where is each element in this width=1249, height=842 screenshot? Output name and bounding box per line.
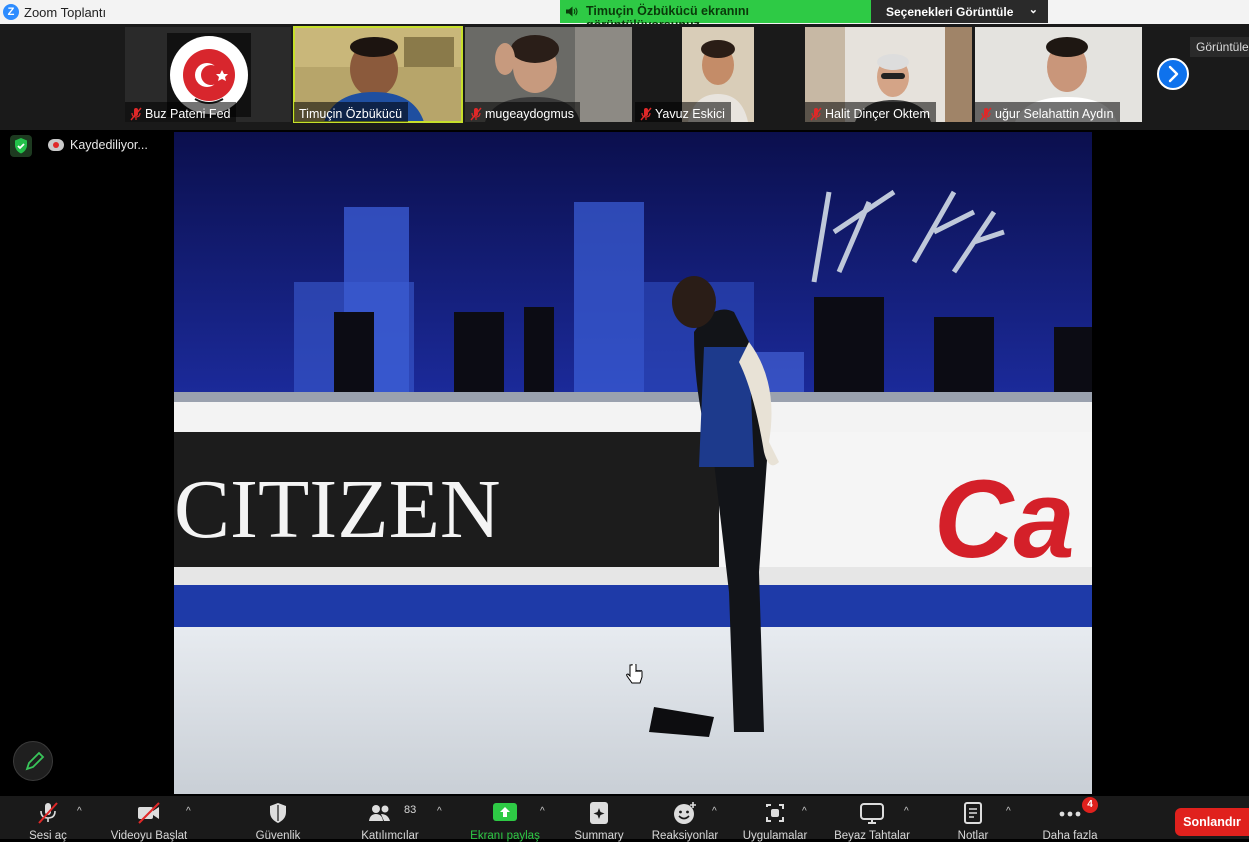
speaker-icon [566,6,578,17]
share-screen-icon [493,803,517,821]
board-text-right: Ca [934,458,1075,581]
whiteboards-options-caret[interactable]: ^ [904,806,909,817]
whiteboards-label: Beyaz Tahtalar [834,830,910,842]
participant-tile[interactable]: Halit Dinçer Oktem [805,27,972,122]
summary-button[interactable]: Summary [566,796,632,842]
summary-icon [590,802,608,824]
hand-cursor-icon [626,664,643,684]
participant-namebar: mugeaydogmus [465,102,580,122]
mic-muted-icon [810,107,822,120]
share-screen-label: Ekranı paylaş [470,830,540,842]
recording-status: Kaydediliyor... [70,138,148,152]
whiteboards-button[interactable]: Beyaz Tahtalar [826,796,918,842]
participant-strip: Buz Pateni Fed Timuçin Özbükücü mugeaydo… [0,24,1249,130]
notes-icon [964,802,982,824]
start-video-label: Videoyu Başlat [110,830,188,842]
reactions-options-caret[interactable]: ^ [712,806,717,817]
participant-namebar: uğur Selahattin Aydın [975,102,1120,122]
shield-check-icon [15,138,27,154]
shield-icon [270,803,286,823]
shared-screen-content: CITIZEN Ca [174,132,1092,794]
participant-tile[interactable]: Buz Pateni Fed [125,27,291,122]
participant-name: Buz Pateni Fed [145,106,231,121]
view-options-label: Seçenekleri Görüntüle [886,5,1014,19]
security-button[interactable]: Güvenlik [243,796,313,842]
reactions-button[interactable]: Reaksiyonlar [645,796,725,842]
notes-options-caret[interactable]: ^ [1006,806,1011,817]
annotate-button[interactable] [13,741,53,781]
next-page-button[interactable] [1157,58,1189,90]
video-options-caret[interactable]: ^ [186,806,191,817]
more-notification-badge: 4 [1082,797,1098,813]
participants-label: Katılımcılar [361,830,419,842]
recording-indicator: Kaydediliyor... [48,134,148,156]
end-meeting-button[interactable]: Sonlandır [1175,808,1249,836]
unmute-button[interactable]: Sesi aç [14,796,82,842]
share-message: Timuçin Özbükücü ekranını görüntülüyorsu… [560,0,871,32]
view-options-button[interactable]: Seçenekleri Görüntüle ⌄ [871,0,1048,23]
participant-tile-active[interactable]: Timuçin Özbükücü [293,26,463,123]
participant-name: Yavuz Eskici [655,106,725,121]
participant-name: Timuçin Özbükücü [299,106,403,121]
share-banner: Timuçin Özbükücü ekranını görüntülüyorsu… [560,0,1048,32]
security-label: Güvenlik [255,830,301,842]
apps-options-caret[interactable]: ^ [802,806,807,817]
shared-screen-video: CITIZEN Ca [174,132,1092,794]
participants-button[interactable]: 83 Katılımcılar [350,796,430,842]
participant-namebar: Halit Dinçer Oktem [805,102,936,122]
summary-label: Summary [574,830,624,842]
participant-name: uğur Selahattin Aydın [995,106,1114,121]
emoji-icon [674,802,696,824]
apps-button[interactable]: Uygulamalar [734,796,816,842]
participants-options-caret[interactable]: ^ [437,806,442,817]
participant-name: Halit Dinçer Oktem [825,106,930,121]
participant-count: 83 [404,804,417,816]
share-screen-button[interactable]: Ekranı paylaş [462,796,548,842]
participant-tile[interactable]: uğur Selahattin Aydın [975,27,1142,122]
notes-button[interactable]: Notlar [940,796,1006,842]
security-status-badge[interactable] [10,135,32,157]
view-menu-button[interactable]: Görüntüle [1190,37,1249,57]
participant-namebar: Timuçin Özbükücü [294,102,409,122]
notes-label: Notlar [957,830,989,842]
participant-namebar: Yavuz Eskici [635,102,731,122]
whiteboard-icon [860,803,884,824]
video-off-icon [138,802,160,824]
more-dots-icon [1059,811,1081,817]
zoom-logo-icon: Z [3,4,19,20]
more-button[interactable]: 4 Daha fazla [1034,796,1106,842]
chevron-down-icon: ⌄ [1028,4,1038,16]
start-video-button[interactable]: Videoyu Başlat [102,796,196,842]
participant-tile[interactable]: Yavuz Eskici [635,27,802,122]
apps-label: Uygulamalar [742,830,808,842]
apps-icon [766,804,784,822]
mic-muted-icon [470,107,482,120]
board-text-left: CITIZEN [174,463,501,556]
cloud-record-icon [48,139,64,151]
mic-muted-icon [980,107,992,120]
window-title: Zoom Toplantı [24,5,107,20]
reactions-label: Reaksiyonlar [651,830,719,842]
chevron-right-icon [1168,65,1179,83]
mic-muted-icon [38,802,58,824]
participant-namebar: Buz Pateni Fed [125,102,237,122]
audio-options-caret[interactable]: ^ [77,806,82,817]
share-options-caret[interactable]: ^ [540,806,545,817]
mic-muted-icon [130,107,142,120]
participant-tile[interactable]: mugeaydogmus [465,27,632,122]
participants-icon [369,805,391,821]
participant-name: mugeaydogmus [485,106,574,121]
pencil-icon [25,751,45,771]
unmute-label: Sesi aç [29,830,67,842]
mic-muted-icon [640,107,652,120]
more-label: Daha fazla [1042,830,1098,842]
meeting-toolbar: Sesi aç ^ Videoyu Başlat ^ Güvenlik 83 K… [0,796,1249,842]
